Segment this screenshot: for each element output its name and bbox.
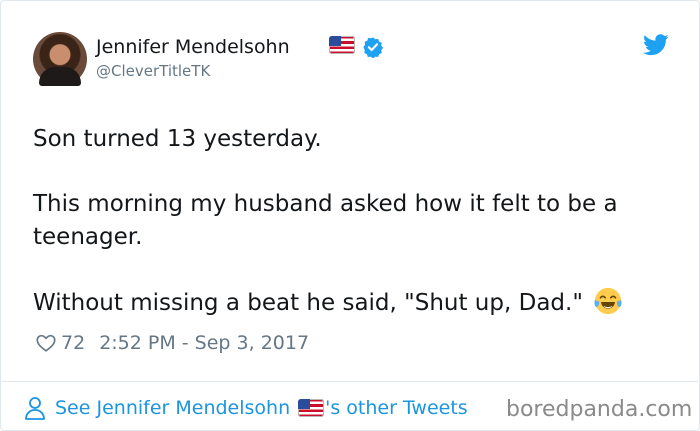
author-handle[interactable]: @CleverTitleTK [96, 62, 210, 80]
other-tweets-link-prefix[interactable]: See Jennifer Mendelsohn [55, 397, 290, 419]
like-count: 72 [61, 332, 86, 354]
person-icon [25, 397, 45, 420]
tweet-card: Jennifer Mendelsohn @CleverTitleTK Son t… [0, 0, 700, 431]
tweet-text: Son turned 13 yesterday. This morning my… [33, 123, 673, 320]
us-flag-icon [298, 399, 325, 417]
twitter-bird-icon[interactable] [643, 34, 669, 56]
tweet-paragraph: This morning my husband asked how it fel… [33, 191, 618, 250]
verified-badge-icon [363, 37, 383, 58]
footer-divider [2, 381, 698, 382]
other-tweets-link-suffix[interactable]: 's other Tweets [325, 397, 468, 419]
us-flag-icon [329, 36, 355, 54]
heart-icon[interactable] [35, 332, 57, 354]
tweet-paragraph: Son turned 13 yesterday. [33, 126, 322, 152]
tweet-meta: 72 2:52 PM - Sep 3, 2017 [35, 331, 309, 355]
tears-of-joy-emoji-icon [594, 287, 622, 315]
avatar-shoulders [39, 67, 81, 86]
tweet-paragraph-text: Without missing a beat he said, "Shut up… [33, 290, 583, 316]
other-tweets-link[interactable]: See Jennifer Mendelsohn 's other Tweets [24, 396, 468, 420]
tweet-timestamp[interactable]: 2:52 PM - Sep 3, 2017 [99, 332, 309, 354]
tweet-paragraph: Without missing a beat he said, "Shut up… [33, 286, 673, 320]
author-name[interactable]: Jennifer Mendelsohn [96, 36, 290, 58]
watermark: boredpanda.com [506, 397, 693, 422]
